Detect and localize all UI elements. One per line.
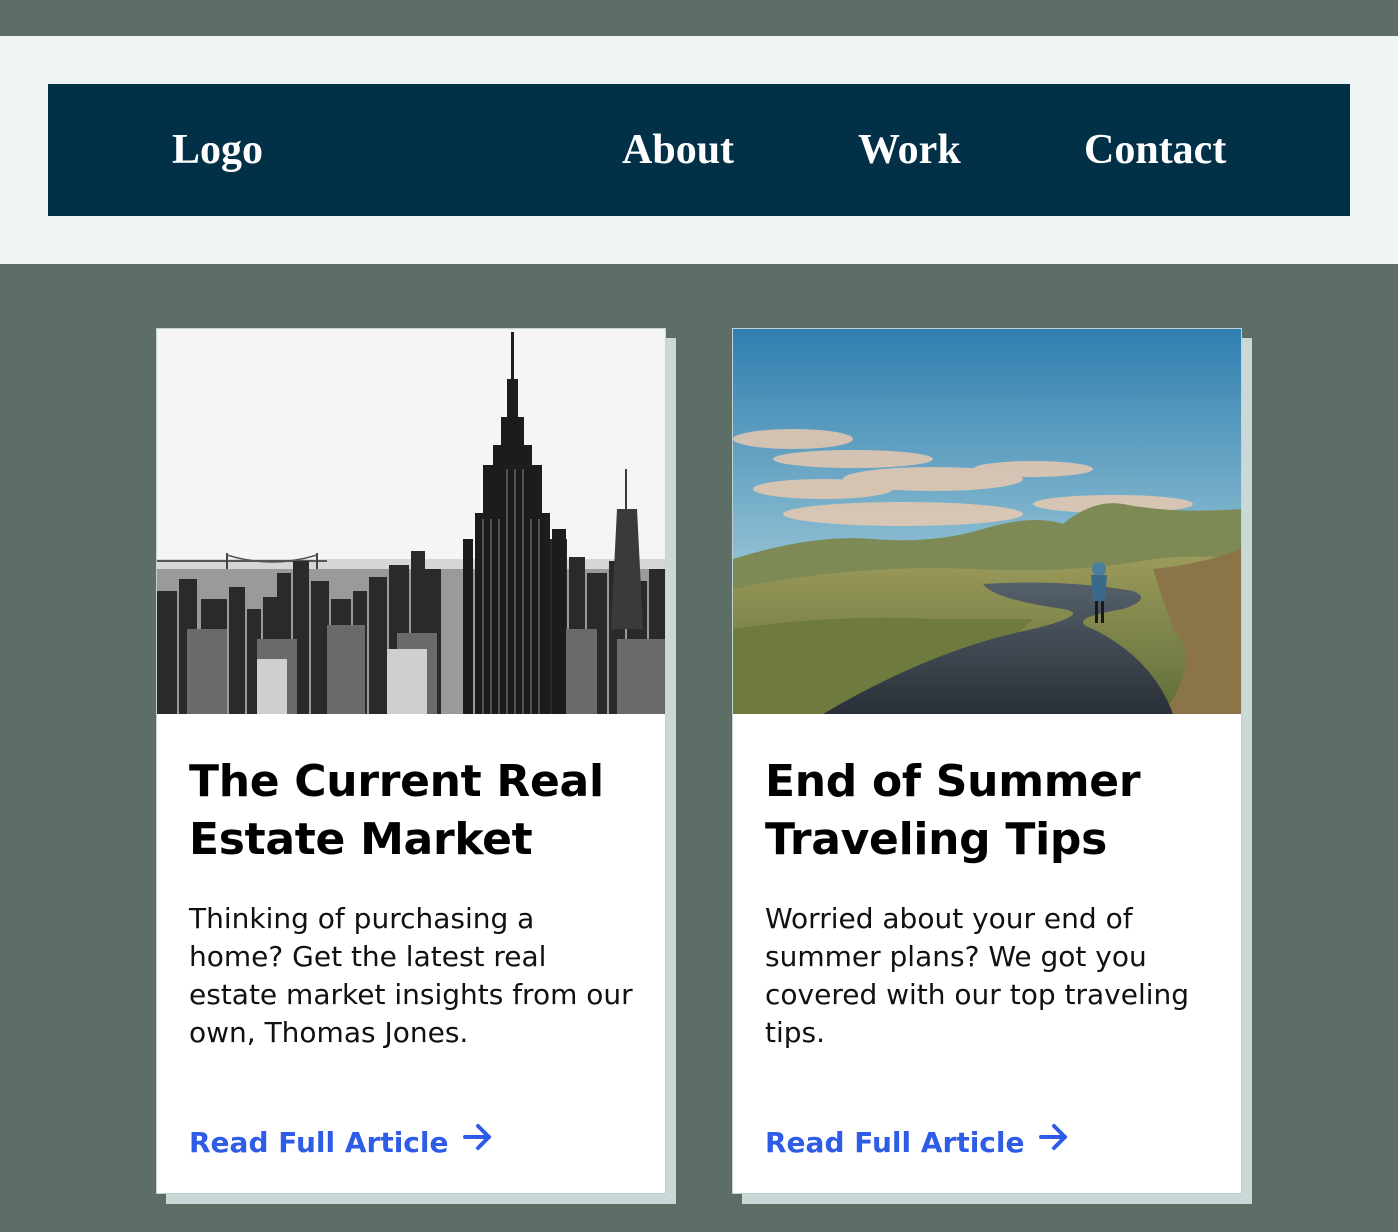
nav-link-about[interactable]: About	[622, 84, 734, 216]
read-full-article-link[interactable]: Read Full Article	[765, 1121, 1069, 1165]
card-description: Thinking of purchasing a home? Get the l…	[189, 902, 633, 1049]
mountain-road-image	[733, 329, 1241, 714]
card-title: The Current Real Estate Market	[189, 756, 604, 865]
read-full-article-link[interactable]: Read Full Article	[189, 1121, 493, 1165]
nav-link-work[interactable]: Work	[858, 84, 961, 216]
article-card-travel: End of Summer Traveling Tips Worried abo…	[732, 328, 1242, 1194]
arrow-right-icon	[462, 1120, 493, 1164]
logo-link[interactable]: Logo	[172, 84, 263, 216]
nav-link-contact[interactable]: Contact	[1084, 84, 1226, 216]
card-title: End of Summer Traveling Tips	[765, 756, 1141, 865]
read-full-article-label: Read Full Article	[765, 1126, 1025, 1159]
article-card-real-estate: The Current Real Estate Market Thinking …	[156, 328, 666, 1194]
city-skyline-image	[157, 329, 665, 714]
arrow-right-icon	[1038, 1120, 1069, 1164]
read-full-article-label: Read Full Article	[189, 1126, 449, 1159]
card-description: Worried about your end of summer plans? …	[765, 902, 1190, 1049]
header-band: Logo About Work Contact	[0, 36, 1398, 264]
navbar: Logo About Work Contact	[48, 84, 1350, 216]
